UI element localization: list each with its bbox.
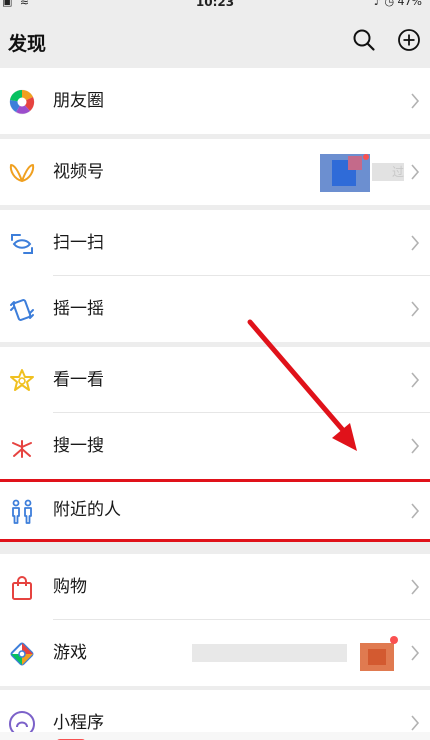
list-item-top-stories[interactable]: 看一看 bbox=[0, 347, 430, 413]
list-item-channels[interactable]: 视频号 过 bbox=[0, 139, 430, 205]
moments-aperture-icon bbox=[9, 89, 35, 115]
group-mini-programs: 小程序 bbox=[0, 690, 430, 732]
chevron-right-icon bbox=[411, 579, 420, 595]
alarm-icon: ◷ bbox=[384, 0, 395, 8]
status-time: 10:23 bbox=[195, 0, 235, 9]
list-item-people-nearby[interactable]: 附近的人 bbox=[0, 482, 430, 539]
mini-programs-icon bbox=[9, 711, 35, 732]
chevron-right-icon bbox=[411, 301, 420, 317]
list-item-shopping[interactable]: 购物 bbox=[0, 554, 430, 620]
top-stories-icon bbox=[10, 369, 34, 391]
item-label: 看一看 bbox=[53, 370, 104, 390]
status-right-icons: ♪ ◷ 47% bbox=[374, 0, 422, 8]
search-button[interactable] bbox=[352, 28, 376, 52]
list-item-moments[interactable]: 朋友圈 bbox=[0, 68, 430, 134]
group-shopping-games: 购物 游戏 bbox=[0, 554, 430, 686]
scan-icon bbox=[11, 234, 33, 254]
item-label: 搜一搜 bbox=[53, 436, 104, 456]
group-scan-shake: 扫一扫 摇一摇 bbox=[0, 210, 430, 342]
group-people-nearby: 附近的人 bbox=[0, 482, 430, 539]
status-bar: ▣ ≋ 10:23 ♪ ◷ 47% bbox=[0, 0, 430, 12]
chevron-right-icon bbox=[411, 503, 420, 519]
mute-icon: ♪ bbox=[373, 0, 381, 8]
list-item-mini-programs[interactable]: 小程序 bbox=[0, 690, 430, 732]
list-item-shake[interactable]: 摇一摇 bbox=[0, 276, 430, 342]
item-label: 扫一扫 bbox=[53, 233, 104, 253]
group-moments: 朋友圈 bbox=[0, 68, 430, 134]
group-stories-search: 看一看 搜一搜 bbox=[0, 347, 430, 479]
chevron-right-icon bbox=[411, 372, 420, 388]
games-preview-thumbnail bbox=[358, 635, 400, 673]
plus-circle-icon bbox=[398, 29, 420, 51]
shake-icon bbox=[10, 299, 34, 321]
item-label: 视频号 bbox=[53, 162, 104, 182]
channels-butterfly-icon bbox=[9, 164, 35, 182]
chevron-right-icon bbox=[411, 164, 420, 180]
item-label: 摇一摇 bbox=[53, 299, 104, 319]
search-icon bbox=[353, 29, 375, 51]
item-label: 朋友圈 bbox=[53, 91, 104, 111]
games-preview-text bbox=[192, 644, 347, 662]
group-channels: 视频号 过 bbox=[0, 139, 430, 205]
battery-percent: 47% bbox=[397, 0, 422, 8]
list-item-scan[interactable]: 扫一扫 bbox=[0, 210, 430, 276]
discover-header: 发现 bbox=[0, 12, 430, 68]
chevron-right-icon bbox=[411, 93, 420, 109]
games-icon bbox=[10, 642, 34, 666]
people-nearby-icon bbox=[12, 499, 32, 524]
list-item-search[interactable]: 搜一搜 bbox=[0, 413, 430, 479]
chevron-right-icon bbox=[411, 235, 420, 251]
chevron-right-icon bbox=[411, 645, 420, 661]
item-label: 游戏 bbox=[53, 643, 87, 663]
item-label: 购物 bbox=[53, 577, 87, 597]
channels-preview-thumbnail bbox=[320, 154, 370, 192]
search-sparkle-icon bbox=[12, 440, 32, 458]
page-title: 发现 bbox=[8, 33, 47, 55]
shopping-bag-icon bbox=[12, 576, 32, 600]
add-button[interactable] bbox=[397, 28, 421, 52]
chevron-right-icon bbox=[411, 715, 420, 731]
item-label: 小程序 bbox=[53, 713, 104, 732]
chevron-right-icon bbox=[411, 438, 420, 454]
item-label: 附近的人 bbox=[53, 500, 121, 520]
list-item-games[interactable]: 游戏 bbox=[0, 620, 430, 686]
channels-preview-text: 过 bbox=[372, 163, 404, 181]
bottom-tab-bar bbox=[0, 732, 430, 740]
